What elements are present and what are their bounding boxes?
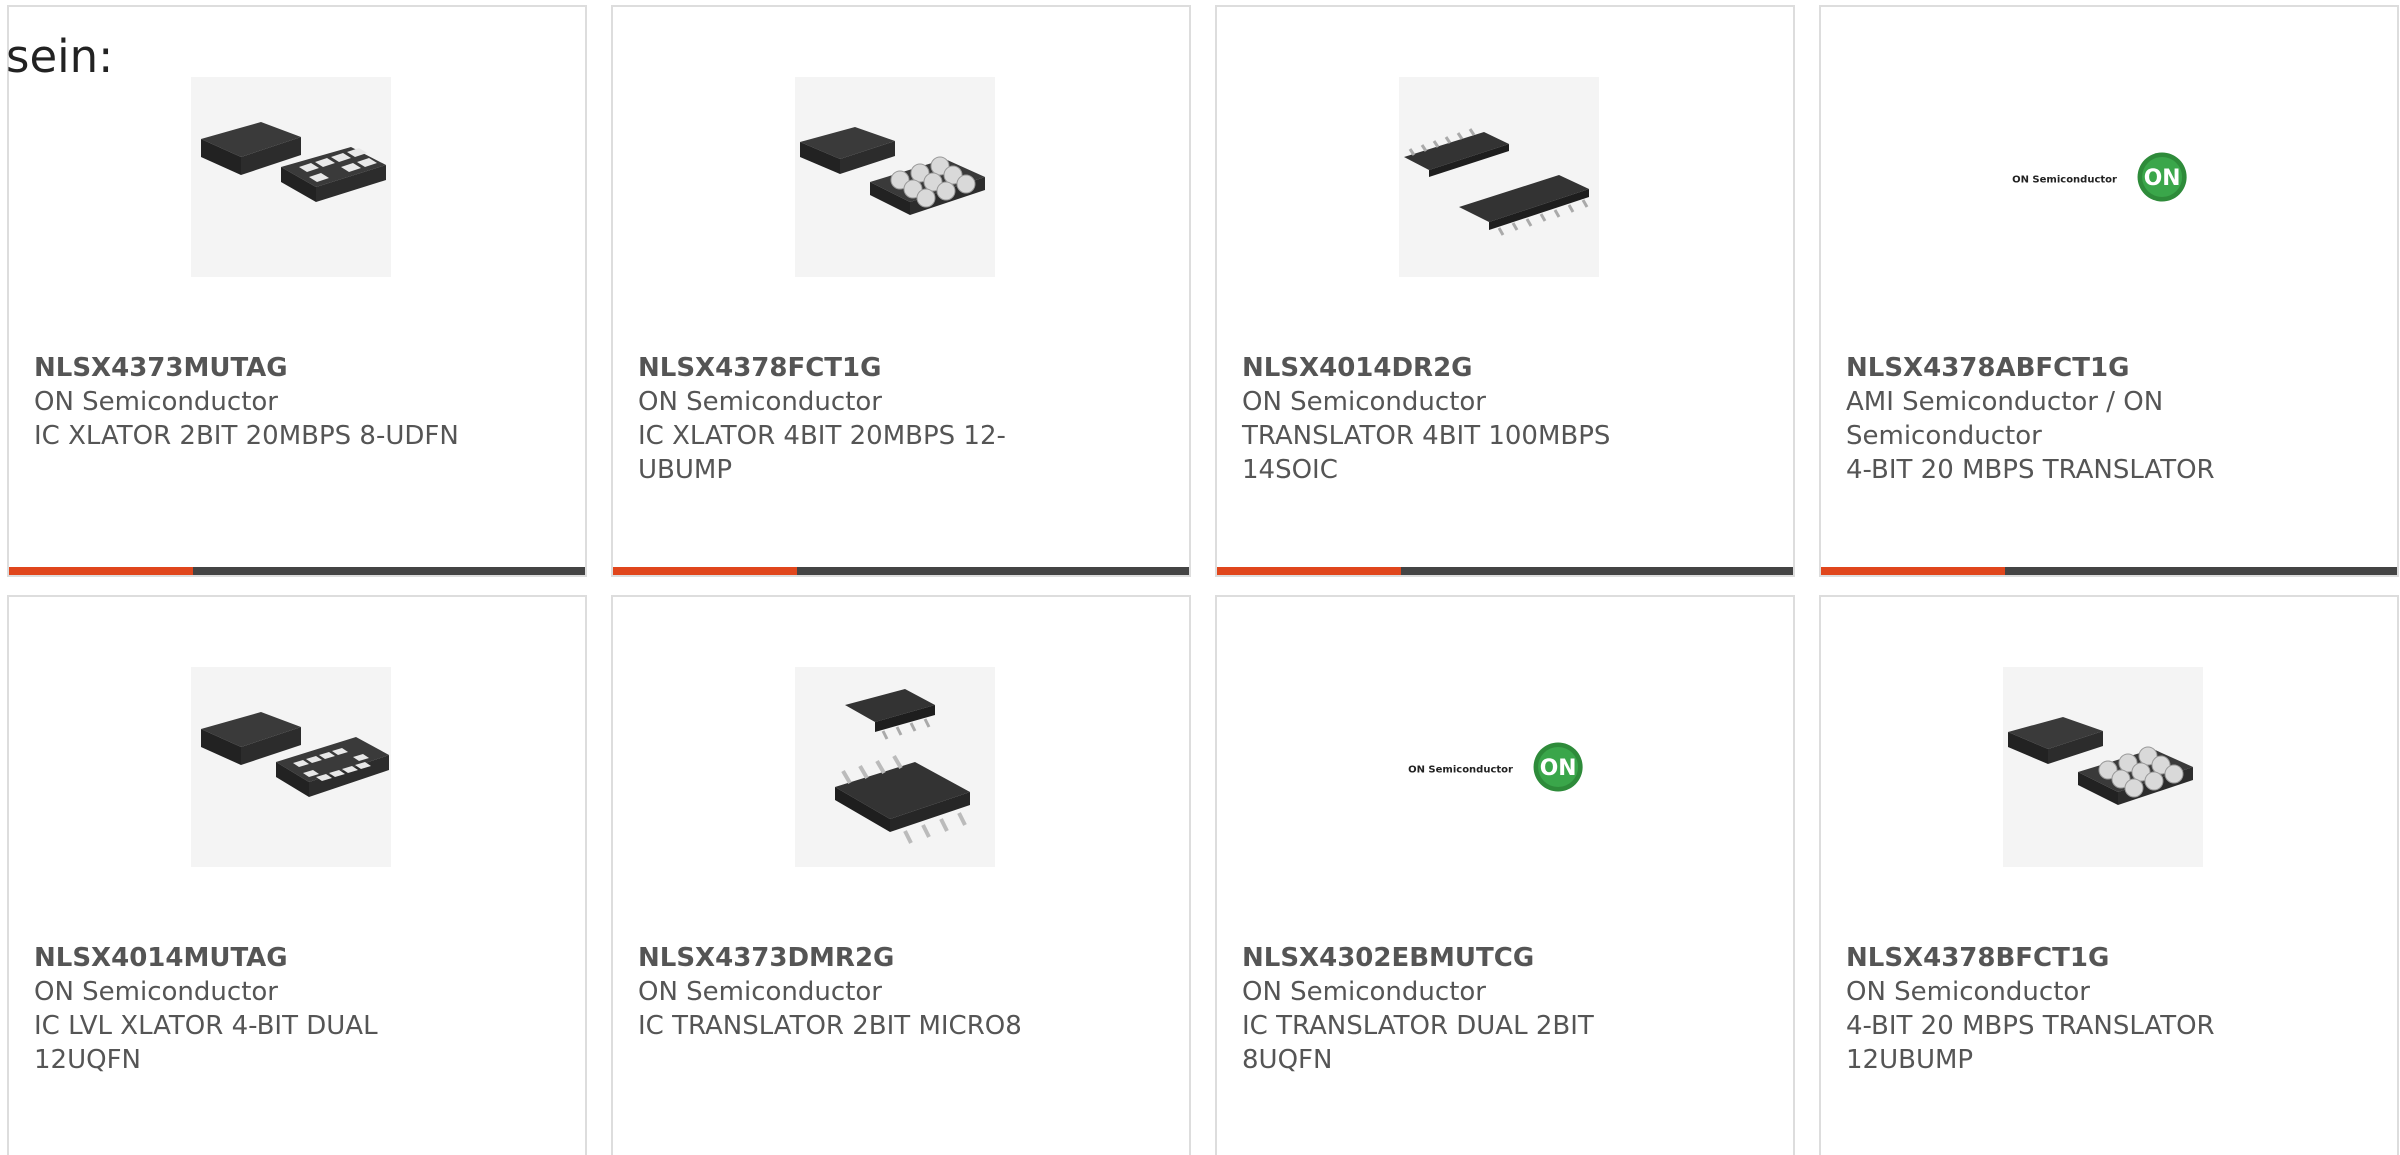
on-semiconductor-logo[interactable]: ON Semiconductor ON — [2003, 77, 2203, 277]
product-card[interactable]: NLSX4378BFCT1G ON Semiconductor 4-BIT 20… — [1819, 595, 2399, 1155]
product-card[interactable]: NLSX4014DR2G ON Semiconductor TRANSLATOR… — [1215, 5, 1795, 577]
manufacturer: ON Semiconductor — [34, 977, 278, 1007]
product-grid: NLSX4373MUTAG ON Semiconductor IC XLATOR… — [7, 5, 2399, 1155]
manufacturer: AMI Semiconductor / ON Semiconductor — [1846, 387, 2164, 451]
product-info: NLSX4373DMR2G ON Semiconductor IC TRANSL… — [638, 941, 1078, 1043]
description: IC LVL XLATOR 4-BIT DUAL 12UQFN — [34, 1011, 378, 1075]
manufacturer: ON Semiconductor — [1846, 977, 2090, 1007]
description: IC TRANSLATOR 2BIT MICRO8 — [638, 1011, 1022, 1041]
logo-text: ON Semiconductor — [2012, 174, 2117, 185]
manufacturer: ON Semiconductor — [638, 977, 882, 1007]
logo-badge: ON — [2144, 166, 2181, 191]
part-number-link[interactable]: NLSX4373DMR2G — [638, 941, 1078, 975]
on-semiconductor-logo[interactable]: ON Semiconductor ON — [1399, 667, 1599, 867]
uqfn-package-icon[interactable] — [191, 667, 391, 867]
card-accent-bar — [613, 567, 797, 575]
product-card[interactable]: ON Semiconductor ON NLSX4302EBMUTCG ON S… — [1215, 595, 1795, 1155]
description: TRANSLATOR 4BIT 100MBPS 14SOIC — [1242, 421, 1611, 485]
product-card[interactable]: NLSX4373DMR2G ON Semiconductor IC TRANSL… — [611, 595, 1191, 1155]
description: 4-BIT 20 MBPS TRANSLATOR — [1846, 455, 2215, 485]
part-number-link[interactable]: NLSX4014MUTAG — [34, 941, 474, 975]
ubump-package-icon[interactable] — [795, 77, 995, 277]
card-accent-bar — [1217, 567, 1401, 575]
description: IC XLATOR 2BIT 20MBPS 8-UDFN — [34, 421, 459, 451]
product-info: NLSX4014MUTAG ON Semiconductor IC LVL XL… — [34, 941, 474, 1077]
manufacturer: ON Semiconductor — [1242, 387, 1486, 417]
card-footer-bar — [1217, 567, 1793, 575]
soic-package-icon[interactable] — [1399, 77, 1599, 277]
part-number-link[interactable]: NLSX4378BFCT1G — [1846, 941, 2286, 975]
product-info: NLSX4373MUTAG ON Semiconductor IC XLATOR… — [34, 351, 474, 453]
part-number-link[interactable]: NLSX4373MUTAG — [34, 351, 474, 385]
product-card[interactable]: NLSX4378FCT1G ON Semiconductor IC XLATOR… — [611, 5, 1191, 577]
micro8-package-icon[interactable] — [795, 667, 995, 867]
udfn-package-icon[interactable] — [191, 77, 391, 277]
product-card[interactable]: NLSX4373MUTAG ON Semiconductor IC XLATOR… — [7, 5, 587, 577]
product-info: NLSX4378ABFCT1G AMI Semiconductor / ON S… — [1846, 351, 2286, 487]
part-number-link[interactable]: NLSX4378ABFCT1G — [1846, 351, 2286, 385]
description: IC TRANSLATOR DUAL 2BIT 8UQFN — [1242, 1011, 1594, 1075]
card-accent-bar — [1821, 567, 2005, 575]
part-number-link[interactable]: NLSX4378FCT1G — [638, 351, 1078, 385]
product-card[interactable]: ON Semiconductor ON NLSX4378ABFCT1G AMI … — [1819, 5, 2399, 577]
product-info: NLSX4378FCT1G ON Semiconductor IC XLATOR… — [638, 351, 1078, 487]
manufacturer: ON Semiconductor — [34, 387, 278, 417]
description: 4-BIT 20 MBPS TRANSLATOR 12UBUMP — [1846, 1011, 2215, 1075]
card-accent-bar — [9, 567, 193, 575]
manufacturer: ON Semiconductor — [638, 387, 882, 417]
logo-text: ON Semiconductor — [1408, 764, 1513, 775]
product-info: NLSX4378BFCT1G ON Semiconductor 4-BIT 20… — [1846, 941, 2286, 1077]
card-footer-bar — [1821, 567, 2397, 575]
part-number-link[interactable]: NLSX4014DR2G — [1242, 351, 1682, 385]
logo-badge: ON — [1540, 756, 1577, 781]
product-info: NLSX4014DR2G ON Semiconductor TRANSLATOR… — [1242, 351, 1682, 487]
ubump-package-icon[interactable] — [2003, 667, 2203, 867]
product-info: NLSX4302EBMUTCG ON Semiconductor IC TRAN… — [1242, 941, 1682, 1077]
product-listing-page: sein: NLSX4373MUTAG ON Semiconductor IC … — [0, 0, 2400, 1155]
intro-text: sein: — [6, 30, 114, 83]
card-footer-bar — [9, 567, 585, 575]
product-card[interactable]: NLSX4014MUTAG ON Semiconductor IC LVL XL… — [7, 595, 587, 1155]
manufacturer: ON Semiconductor — [1242, 977, 1486, 1007]
card-footer-bar — [613, 567, 1189, 575]
part-number-link[interactable]: NLSX4302EBMUTCG — [1242, 941, 1682, 975]
description: IC XLATOR 4BIT 20MBPS 12-UBUMP — [638, 421, 1006, 485]
